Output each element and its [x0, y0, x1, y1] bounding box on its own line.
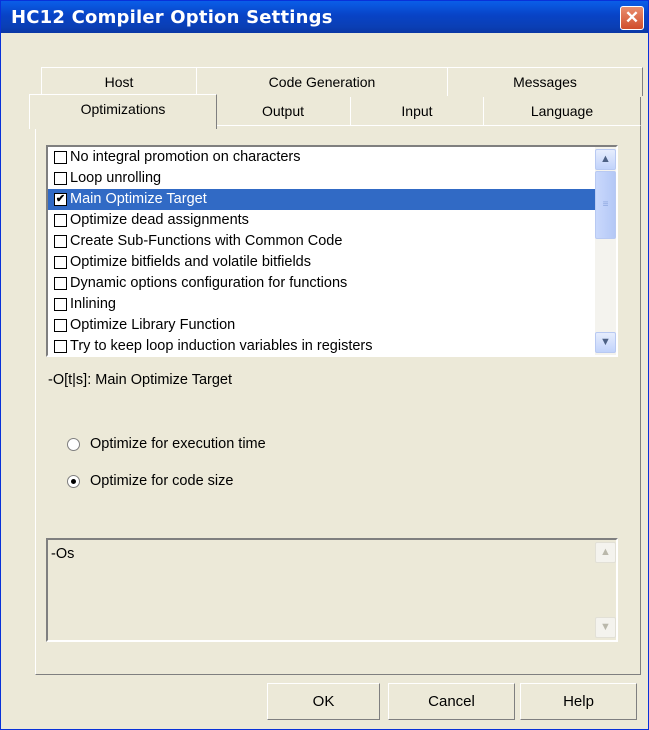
tab-label: Messages: [513, 74, 577, 90]
tab-label: Language: [530, 103, 594, 119]
list-item-label: Dynamic options configuration for functi…: [70, 275, 348, 291]
checkbox[interactable]: [54, 298, 67, 311]
checkbox[interactable]: [54, 151, 67, 164]
options-list: No integral promotion on characters Loop …: [48, 147, 595, 355]
scroll-thumb[interactable]: ≡: [595, 171, 616, 239]
tab-code-generation[interactable]: Code Generation: [196, 67, 448, 96]
checkbox[interactable]: [54, 214, 67, 227]
close-button[interactable]: ✕: [620, 6, 644, 30]
scroll-down-button[interactable]: ▼: [595, 332, 616, 353]
list-item[interactable]: Optimize bitfields and volatile bitfield…: [48, 252, 595, 273]
command-line-field[interactable]: -Os ▲ ▼: [46, 538, 618, 642]
tab-label: Code Generation: [268, 74, 376, 90]
chevron-up-icon: ▲: [600, 546, 611, 558]
radio-execution-time[interactable]: Optimize for execution time: [67, 436, 266, 452]
tab-label: Input: [401, 103, 433, 119]
list-item[interactable]: Loop unrolling: [48, 168, 595, 189]
radio-label: Optimize for code size: [90, 473, 234, 489]
command-line-scrollbar[interactable]: ▲ ▼: [595, 540, 616, 640]
radio-label: Optimize for execution time: [90, 436, 266, 452]
tab-input[interactable]: Input: [350, 97, 484, 125]
list-item-label: Optimize dead assignments: [70, 212, 249, 228]
list-item-label: Inlining: [70, 296, 116, 312]
options-listbox[interactable]: No integral promotion on characters Loop …: [46, 145, 618, 357]
list-item-label: Main Optimize Target: [70, 191, 207, 207]
tab-language[interactable]: Language: [483, 97, 641, 125]
close-icon: ✕: [624, 8, 640, 27]
command-line-value: -Os: [51, 546, 75, 562]
radio-icon: [67, 437, 80, 451]
grip-icon: ≡: [602, 199, 609, 210]
list-item[interactable]: Create Sub-Functions with Common Code: [48, 231, 595, 252]
list-item[interactable]: Inlining: [48, 294, 595, 315]
option-description: -O[t|s]: Main Optimize Target: [48, 372, 232, 388]
tab-messages[interactable]: Messages: [447, 67, 643, 96]
list-item[interactable]: Try to keep loop induction variables in …: [48, 336, 595, 355]
list-item-label: Try to keep loop induction variables in …: [70, 338, 373, 354]
checkbox[interactable]: [54, 172, 67, 185]
scroll-down-button[interactable]: ▼: [595, 617, 616, 638]
dialog-window: HC12 Compiler Option Settings ✕ Host Cod…: [0, 0, 649, 730]
list-item-label: Optimize bitfields and volatile bitfield…: [70, 254, 311, 270]
list-item[interactable]: Optimize Library Function: [48, 315, 595, 336]
chevron-down-icon: ▼: [600, 621, 611, 633]
tab-label: Optimizations: [80, 101, 166, 117]
list-item[interactable]: ✔ Main Optimize Target: [48, 189, 595, 210]
cancel-button[interactable]: Cancel: [388, 683, 515, 720]
chevron-up-icon: ▲: [600, 153, 611, 165]
tab-optimizations[interactable]: Optimizations: [29, 94, 217, 129]
ok-button[interactable]: OK: [267, 683, 380, 720]
radio-icon: [67, 474, 80, 488]
list-item-label: Optimize Library Function: [70, 317, 236, 333]
list-item[interactable]: No integral promotion on characters: [48, 147, 595, 168]
tab-output[interactable]: Output: [215, 97, 351, 125]
checkbox[interactable]: [54, 340, 67, 353]
list-item-label: Create Sub-Functions with Common Code: [70, 233, 343, 249]
scroll-up-button[interactable]: ▲: [595, 149, 616, 170]
title-bar[interactable]: HC12 Compiler Option Settings ✕: [1, 1, 648, 33]
list-item[interactable]: Optimize dead assignments: [48, 210, 595, 231]
checkbox[interactable]: [54, 319, 67, 332]
checkbox[interactable]: [54, 235, 67, 248]
tab-label: Output: [261, 103, 305, 119]
chevron-down-icon: ▼: [600, 336, 611, 348]
tab-label: Host: [104, 74, 134, 90]
list-item[interactable]: Dynamic options configuration for functi…: [48, 273, 595, 294]
list-item-label: No integral promotion on characters: [70, 149, 301, 165]
list-item-label: Loop unrolling: [70, 170, 162, 186]
list-scrollbar[interactable]: ▲ ≡ ▼: [595, 147, 616, 355]
checkbox[interactable]: [54, 277, 67, 290]
radio-code-size[interactable]: Optimize for code size: [67, 473, 233, 489]
tab-host[interactable]: Host: [41, 67, 197, 96]
checkbox[interactable]: ✔: [54, 193, 67, 206]
help-button[interactable]: Help: [520, 683, 637, 720]
checkbox[interactable]: [54, 256, 67, 269]
scroll-up-button[interactable]: ▲: [595, 542, 616, 563]
window-title: HC12 Compiler Option Settings: [11, 7, 333, 28]
